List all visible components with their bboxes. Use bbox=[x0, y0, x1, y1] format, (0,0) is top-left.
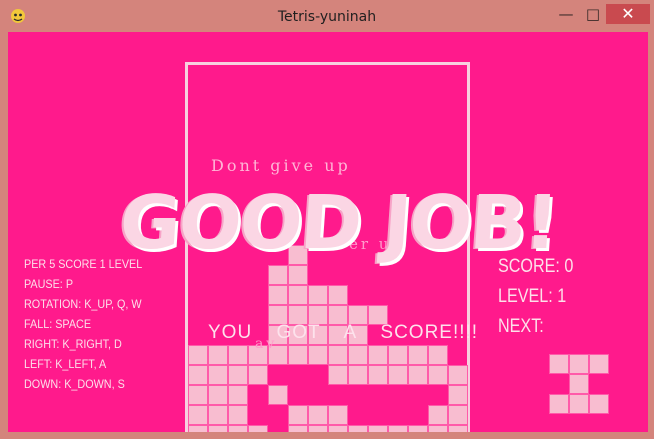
board-block bbox=[328, 345, 348, 365]
board-block bbox=[208, 345, 228, 365]
board-block bbox=[188, 405, 208, 425]
board-block bbox=[348, 365, 368, 385]
control-fall: FALL: SPACE bbox=[24, 317, 92, 331]
faint-text-dont-give-up: Dont give up bbox=[211, 156, 351, 175]
board-block bbox=[428, 365, 448, 385]
board-block bbox=[288, 285, 308, 305]
control-right: RIGHT: K_RIGHT, D bbox=[24, 337, 122, 351]
level-label: LEVEL: 1 bbox=[498, 286, 567, 307]
next-label: NEXT: bbox=[498, 316, 544, 337]
score-message: YOU GOT A SCORE!!!! bbox=[208, 322, 479, 343]
score-label: SCORE: 0 bbox=[498, 256, 574, 277]
board-block bbox=[368, 425, 388, 432]
board-block bbox=[228, 385, 248, 405]
maximize-button[interactable]: □ bbox=[581, 4, 605, 24]
board-block bbox=[188, 365, 208, 385]
board-block bbox=[228, 365, 248, 385]
board-block bbox=[328, 365, 348, 385]
board-block bbox=[348, 425, 368, 432]
board-block bbox=[248, 365, 268, 385]
board-block bbox=[288, 345, 308, 365]
board-block bbox=[208, 365, 228, 385]
board-block bbox=[268, 265, 288, 285]
next-piece-block bbox=[569, 374, 589, 394]
board-block bbox=[328, 405, 348, 425]
board-block bbox=[288, 265, 308, 285]
next-piece-block bbox=[589, 394, 609, 414]
board-block bbox=[428, 345, 448, 365]
board-block bbox=[188, 385, 208, 405]
board-block bbox=[228, 405, 248, 425]
title-bar: Tetris-yuninah — □ ✕ bbox=[0, 0, 654, 32]
board-block bbox=[428, 405, 448, 425]
board-block bbox=[248, 425, 268, 432]
control-per-score: PER 5 SCORE 1 LEVEL bbox=[24, 257, 143, 271]
next-piece-block bbox=[549, 394, 569, 414]
board-block bbox=[408, 365, 428, 385]
board-block bbox=[368, 365, 388, 385]
board-block bbox=[188, 345, 208, 365]
board-block bbox=[388, 345, 408, 365]
board-block bbox=[208, 405, 228, 425]
board-block bbox=[208, 425, 228, 432]
board-block bbox=[408, 425, 428, 432]
control-down: DOWN: K_DOWN, S bbox=[24, 377, 125, 391]
board-block bbox=[448, 405, 468, 425]
control-rotation: ROTATION: K_UP, Q, W bbox=[24, 297, 142, 311]
next-piece-block bbox=[569, 394, 589, 414]
board-block bbox=[288, 405, 308, 425]
board-block bbox=[448, 385, 468, 405]
board-block bbox=[408, 345, 428, 365]
board-block bbox=[348, 345, 368, 365]
board-block bbox=[308, 345, 328, 365]
control-left: LEFT: K_LEFT, A bbox=[24, 357, 107, 371]
board-block bbox=[308, 405, 328, 425]
next-piece-block bbox=[549, 354, 569, 374]
minimize-button[interactable]: — bbox=[554, 4, 578, 24]
board-block bbox=[388, 425, 408, 432]
board-block bbox=[428, 425, 448, 432]
board-block bbox=[448, 425, 468, 432]
control-pause: PAUSE: P bbox=[24, 277, 74, 291]
board-block bbox=[368, 345, 388, 365]
game-canvas[interactable]: Dont give up cheer up av GOOD JOB! YOU G… bbox=[8, 32, 648, 432]
good-job-banner: GOOD JOB! bbox=[116, 180, 560, 266]
board-block bbox=[388, 365, 408, 385]
board-block bbox=[308, 425, 328, 432]
board-block bbox=[268, 385, 288, 405]
close-button[interactable]: ✕ bbox=[606, 4, 650, 24]
next-piece-block bbox=[569, 354, 589, 374]
board-block bbox=[188, 425, 208, 432]
board-block bbox=[328, 425, 348, 432]
board-block bbox=[228, 345, 248, 365]
board-block bbox=[208, 385, 228, 405]
board-block bbox=[448, 365, 468, 385]
board-block bbox=[308, 285, 328, 305]
board-block bbox=[288, 425, 308, 432]
board-block bbox=[268, 285, 288, 305]
next-piece-block bbox=[589, 354, 609, 374]
board-block bbox=[228, 425, 248, 432]
board-block bbox=[328, 285, 348, 305]
